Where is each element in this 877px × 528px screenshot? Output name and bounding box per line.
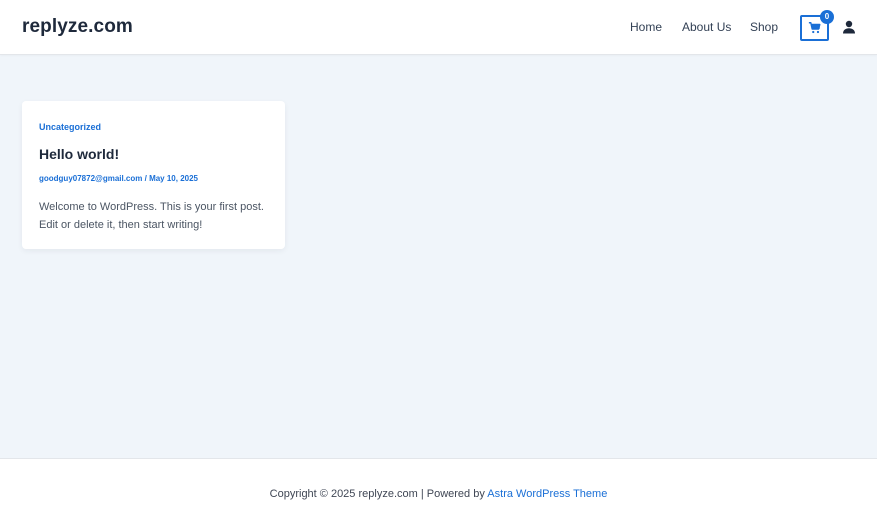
nav-item-shop[interactable]: Shop bbox=[750, 20, 778, 34]
cart-button[interactable]: 0 bbox=[800, 10, 834, 41]
site-footer: Copyright © 2025 replyze.com | Powered b… bbox=[0, 458, 877, 528]
post-category-link[interactable]: Uncategorized bbox=[39, 122, 101, 132]
theme-link[interactable]: Astra WordPress Theme bbox=[487, 488, 607, 500]
user-icon[interactable] bbox=[842, 20, 856, 34]
site-header: replyze.com Home About Us Shop 0 bbox=[0, 0, 877, 55]
nav-item-about-us[interactable]: About Us bbox=[682, 20, 731, 34]
copyright-prefix: Copyright © 2025 replyze.com | Powered b… bbox=[269, 488, 488, 500]
cart-icon bbox=[808, 22, 821, 34]
post-meta: goodguy07872@gmail.com / May 10, 2025 bbox=[39, 174, 198, 183]
nav-item-home[interactable]: Home bbox=[630, 20, 662, 34]
copyright-text: Copyright © 2025 replyze.com | Powered b… bbox=[0, 488, 877, 500]
site-title[interactable]: replyze.com bbox=[22, 16, 133, 38]
post-excerpt: Welcome to WordPress. This is your first… bbox=[39, 201, 264, 231]
post-card: Uncategorized Hello world! goodguy07872@… bbox=[22, 101, 285, 249]
post-title[interactable]: Hello world! bbox=[39, 146, 119, 162]
post-date-link[interactable]: May 10, 2025 bbox=[149, 174, 198, 183]
cart-count-badge: 0 bbox=[820, 10, 834, 24]
post-author-link[interactable]: goodguy07872@gmail.com bbox=[39, 174, 142, 183]
